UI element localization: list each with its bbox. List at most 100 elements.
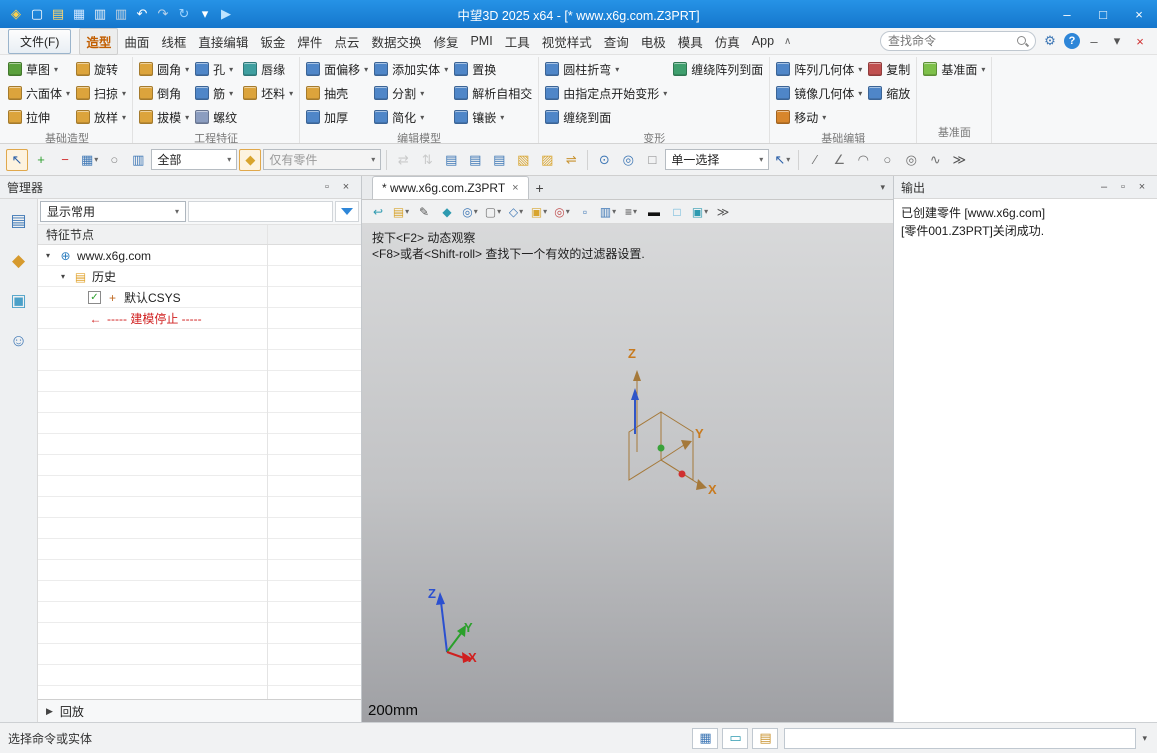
align-horizontal-button[interactable]: ⇄ bbox=[392, 149, 414, 171]
panel-close-icon[interactable]: × bbox=[1134, 179, 1150, 195]
ribbon-button[interactable]: 移动▾ bbox=[773, 105, 865, 129]
detail-view-button[interactable]: ▤ bbox=[464, 149, 486, 171]
folder-new-button[interactable]: ▨ bbox=[536, 149, 558, 171]
ribbon-button[interactable]: 孔▾ bbox=[192, 57, 240, 81]
ribbon-minimize-icon[interactable]: – bbox=[1085, 32, 1103, 50]
ribbon-button[interactable]: 镶嵌▾ bbox=[451, 105, 535, 129]
command-search-input[interactable] bbox=[888, 34, 1012, 48]
draw-spline-button[interactable]: ∿ bbox=[924, 149, 946, 171]
undo-button[interactable]: ↶ bbox=[132, 3, 152, 25]
tree-search-input[interactable] bbox=[188, 201, 333, 222]
menu-tab[interactable]: 曲面 bbox=[118, 28, 155, 55]
file-display-button[interactable]: ▤▾ bbox=[391, 202, 411, 222]
ribbon-button[interactable]: 草图▾ bbox=[5, 57, 73, 81]
ribbon-button[interactable]: 由指定点开始变形▾ bbox=[542, 81, 670, 105]
window-close-button[interactable]: × bbox=[1121, 0, 1157, 28]
ribbon-button[interactable]: 阵列几何体▾ bbox=[773, 57, 865, 81]
menu-tab[interactable]: 仿真 bbox=[709, 28, 746, 55]
lasso-pick-button[interactable]: ○ bbox=[103, 149, 125, 171]
wireframe-display-button[interactable]: ▢▾ bbox=[483, 202, 503, 222]
point-display-button[interactable]: ▫ bbox=[575, 202, 595, 222]
ribbon-button[interactable]: 复制 bbox=[865, 57, 913, 81]
tree-row[interactable]: ▾⊕www.x6g.com bbox=[38, 245, 361, 266]
replay-section[interactable]: ▶ 回放 bbox=[38, 699, 361, 722]
menu-tab[interactable]: 电极 bbox=[635, 28, 672, 55]
ribbon-button[interactable]: 倒角 bbox=[136, 81, 192, 105]
ribbon-button[interactable]: 置换 bbox=[451, 57, 535, 81]
checkbox[interactable]: ✓ bbox=[88, 291, 101, 304]
panel-close-icon[interactable]: × bbox=[338, 179, 354, 195]
redo-button[interactable]: ↷ bbox=[153, 3, 173, 25]
resume-play-button[interactable]: ▶ bbox=[216, 3, 236, 25]
shaded-display-button[interactable]: ▣▾ bbox=[529, 202, 549, 222]
ribbon-button[interactable]: 扫掠▾ bbox=[73, 81, 129, 105]
ribbon-button[interactable]: 拔模▾ bbox=[136, 105, 192, 129]
draw-ellipse-button[interactable]: ◎ bbox=[900, 149, 922, 171]
ribbon-fold-icon[interactable]: ∧ bbox=[784, 36, 791, 47]
folder-open-button[interactable]: ▧ bbox=[512, 149, 534, 171]
menu-tab[interactable]: PMI bbox=[464, 30, 498, 52]
ribbon-button[interactable]: 缠绕阵列到面 bbox=[670, 57, 766, 81]
window-restore-button[interactable]: □ bbox=[1085, 0, 1121, 28]
filter-funnel-button[interactable] bbox=[335, 201, 359, 222]
face-display-button[interactable]: ◆ bbox=[437, 202, 457, 222]
draw-arc-button[interactable]: ◠ bbox=[852, 149, 874, 171]
menu-tab[interactable]: 线框 bbox=[155, 28, 192, 55]
roles-tab-icon[interactable]: ◆ bbox=[7, 249, 31, 273]
ribbon-button[interactable]: 圆角▾ bbox=[136, 57, 192, 81]
tree-filter-select[interactable]: 显示常用 ▾ bbox=[40, 201, 186, 222]
pick-cursor-button[interactable]: ↖▾ bbox=[771, 149, 793, 171]
new-file-button[interactable]: ▢ bbox=[27, 3, 47, 25]
draw-line-button[interactable]: ∕ bbox=[804, 149, 826, 171]
menu-tab[interactable]: 数据交换 bbox=[365, 28, 427, 55]
menu-tab[interactable]: 钣金 bbox=[254, 28, 291, 55]
blank-filter-button[interactable]: □ bbox=[641, 149, 663, 171]
ribbon-button[interactable]: 坯料▾ bbox=[240, 81, 296, 105]
assistant-tab-icon[interactable]: ☺ bbox=[7, 329, 31, 353]
line-width-button[interactable]: ▬ bbox=[644, 202, 664, 222]
polyhedron-display-button[interactable]: ◇▾ bbox=[506, 202, 526, 222]
orbit-center-button[interactable]: ⊙ bbox=[593, 149, 615, 171]
app-logo-icon[interactable]: ◈ bbox=[6, 3, 26, 25]
menu-tab[interactable]: 视觉样式 bbox=[536, 28, 598, 55]
ribbon-button[interactable]: 缩放 bbox=[865, 81, 913, 105]
ribbon-button[interactable]: 筋▾ bbox=[192, 81, 240, 105]
list-view-button[interactable]: ▤ bbox=[440, 149, 462, 171]
ribbon-button[interactable]: 螺纹 bbox=[192, 105, 240, 129]
model-canvas[interactable]: ↩▤▾✎◆◎▾▢▾◇▾▣▾◎▾▫▥▾≡▾▬□▣▾≫ 按下<F2> 动态观察 <F… bbox=[362, 200, 893, 722]
add-entity-button[interactable]: + bbox=[30, 149, 52, 171]
scope-filter-select[interactable]: 仅有零件▾ bbox=[263, 149, 381, 170]
toolbar-overflow-button[interactable]: ≫ bbox=[948, 149, 970, 171]
quick-access-dropdown-icon[interactable]: ▾ bbox=[195, 3, 215, 25]
statusbar-expand-icon[interactable]: ▾ bbox=[1142, 733, 1147, 744]
section-view-button[interactable]: ▥▾ bbox=[598, 202, 618, 222]
ribbon-button[interactable]: 放样▾ bbox=[73, 105, 129, 129]
select-tool-button[interactable]: ↖ bbox=[6, 149, 28, 171]
ribbon-button[interactable]: 基准面▾ bbox=[920, 57, 988, 81]
settings-gear-icon[interactable]: ⚙ bbox=[1041, 32, 1059, 50]
tree-row[interactable]: ✓+默认CSYS bbox=[38, 287, 361, 308]
expander-icon[interactable]: ▾ bbox=[42, 251, 54, 260]
draw-circle-button[interactable]: ○ bbox=[876, 149, 898, 171]
panel-pin-icon[interactable]: ▫ bbox=[319, 179, 335, 195]
ribbon-button[interactable]: 简化▾ bbox=[371, 105, 451, 129]
link-manager-button[interactable]: ⇌ bbox=[560, 149, 582, 171]
cylinder-display-button[interactable]: ◎▾ bbox=[460, 202, 480, 222]
background-button[interactable]: □ bbox=[667, 202, 687, 222]
tree-row[interactable]: ▾▤历史 bbox=[38, 266, 361, 287]
window-minimize-button[interactable]: – bbox=[1049, 0, 1085, 28]
align-vertical-button[interactable]: ⇅ bbox=[416, 149, 438, 171]
ribbon-button[interactable]: 唇缘 bbox=[240, 57, 296, 81]
entity-filter-select[interactable]: 全部▾ bbox=[151, 149, 237, 170]
menu-tab[interactable]: 修复 bbox=[427, 28, 464, 55]
sort-view-button[interactable]: ▤ bbox=[488, 149, 510, 171]
menu-tab[interactable]: 造型 bbox=[79, 28, 118, 55]
new-tab-button[interactable]: + bbox=[529, 177, 551, 199]
pick-list-button[interactable]: ▥ bbox=[127, 149, 149, 171]
menu-tab[interactable]: 直接编辑 bbox=[192, 28, 254, 55]
expand-right-icon[interactable]: ▶ bbox=[46, 706, 53, 717]
visual-tab-icon[interactable]: ▣ bbox=[7, 289, 31, 313]
file-menu-button[interactable]: 文件(F) bbox=[8, 29, 71, 54]
pick-mode-select[interactable]: 单一选择▾ bbox=[665, 149, 769, 170]
selection-set-button[interactable]: ▦▾ bbox=[78, 149, 101, 171]
